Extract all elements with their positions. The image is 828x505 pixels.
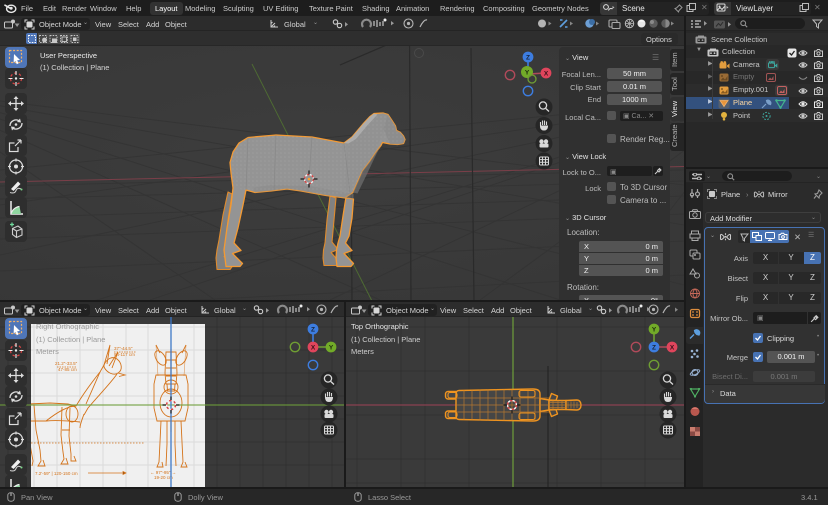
svg-text:37"-44.5": 37"-44.5" [114, 346, 133, 351]
svg-text:Z: Z [526, 55, 530, 62]
svg-text:Z: Z [311, 327, 315, 334]
svg-text:19-20 cm: 19-20 cm [154, 475, 173, 480]
svg-text:7.2'-59" | 120-150 cm: 7.2'-59" | 120-150 cm [35, 471, 78, 476]
svg-text:X: X [670, 345, 675, 352]
svg-text:Y: Y [329, 345, 334, 352]
svg-text:47-85 cm: 47-85 cm [58, 367, 77, 372]
svg-text:94-117 cm: 94-117 cm [114, 352, 135, 357]
svg-text:X: X [311, 345, 316, 352]
svg-text:X: X [544, 71, 549, 78]
svg-text:Y: Y [652, 327, 657, 334]
svg-text:Z: Z [652, 345, 656, 352]
svg-text:21.2"-33.5": 21.2"-33.5" [55, 361, 78, 366]
